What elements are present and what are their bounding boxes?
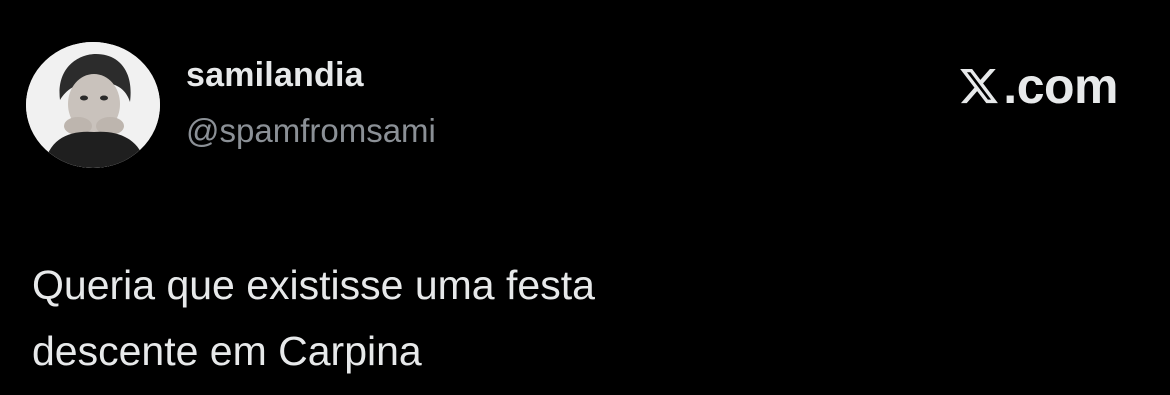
profile-photo <box>26 42 160 168</box>
user-handle[interactable]: @spamfromsami <box>186 112 436 150</box>
brand-domain-label: .com <box>1003 58 1118 114</box>
tweet-text: Queria que existisse uma festa descente … <box>32 262 595 374</box>
display-name[interactable]: samilandia <box>186 56 364 95</box>
avatar[interactable] <box>26 42 160 168</box>
x-logo-icon <box>960 68 999 104</box>
tweet-card: samilandia @spamfromsami .com Queria que… <box>0 0 1170 395</box>
x-brand: .com <box>957 60 1118 112</box>
